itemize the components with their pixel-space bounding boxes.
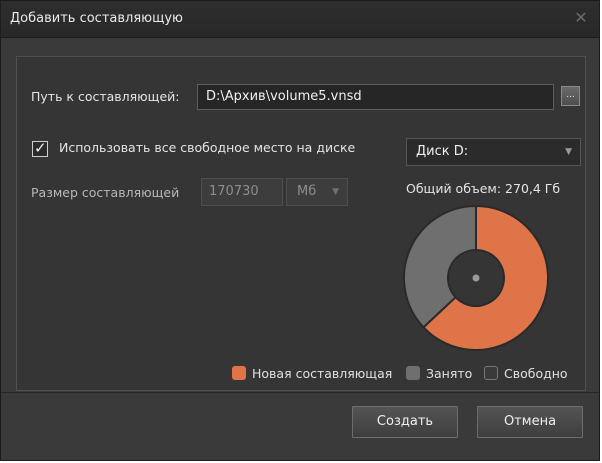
dialog-title: Добавить составляющую [10,11,183,26]
disk-usage-donut-chart [403,205,549,351]
footer-divider [1,392,599,393]
chevron-down-icon: ▼ [332,187,339,197]
donut-center-dot [472,274,480,282]
unit-select-value: Мб [297,184,317,199]
browse-button[interactable]: ... [561,86,580,106]
legend-swatch-free [484,366,498,380]
use-all-space-label[interactable]: Использовать все свободное место на диск… [59,140,355,155]
size-input[interactable]: 170730 [201,178,283,206]
legend-item-free: Свободно [484,364,568,382]
checkmark-icon: ✓ [34,139,47,157]
create-button[interactable]: Создать [352,406,458,438]
cancel-button[interactable]: Отмена [477,406,583,438]
legend-label-new: Новая составляющая [252,365,393,381]
content-panel: Путь к составляющей: D:\Архив\volume5.vn… [16,56,586,391]
unit-select[interactable]: Мб ▼ [286,178,348,206]
use-all-space-checkbox[interactable]: ✓ [32,139,48,157]
close-icon[interactable]: ✕ [571,7,591,29]
add-component-dialog: Добавить составляющую ✕ Путь к составляю… [0,0,600,461]
path-label: Путь к составляющей: [31,89,180,104]
legend-label-used: Занято [426,365,473,381]
legend-label-free: Свободно [504,365,568,381]
disk-select-value: Диск D: [416,144,469,159]
path-input[interactable]: D:\Архив\volume5.vnsd [197,84,554,110]
legend-swatch-new [232,366,246,380]
disk-select[interactable]: Диск D: ▼ [406,138,581,166]
title-bar[interactable]: Добавить составляющую ✕ [1,1,599,38]
legend-item-new: Новая составляющая [232,364,392,382]
chevron-down-icon: ▼ [565,147,572,157]
total-volume-label: Общий объем: 270,4 Гб [406,181,561,196]
legend-swatch-used [406,366,420,380]
legend-item-used: Занято [406,364,472,382]
size-label: Размер составляющей [31,185,180,200]
